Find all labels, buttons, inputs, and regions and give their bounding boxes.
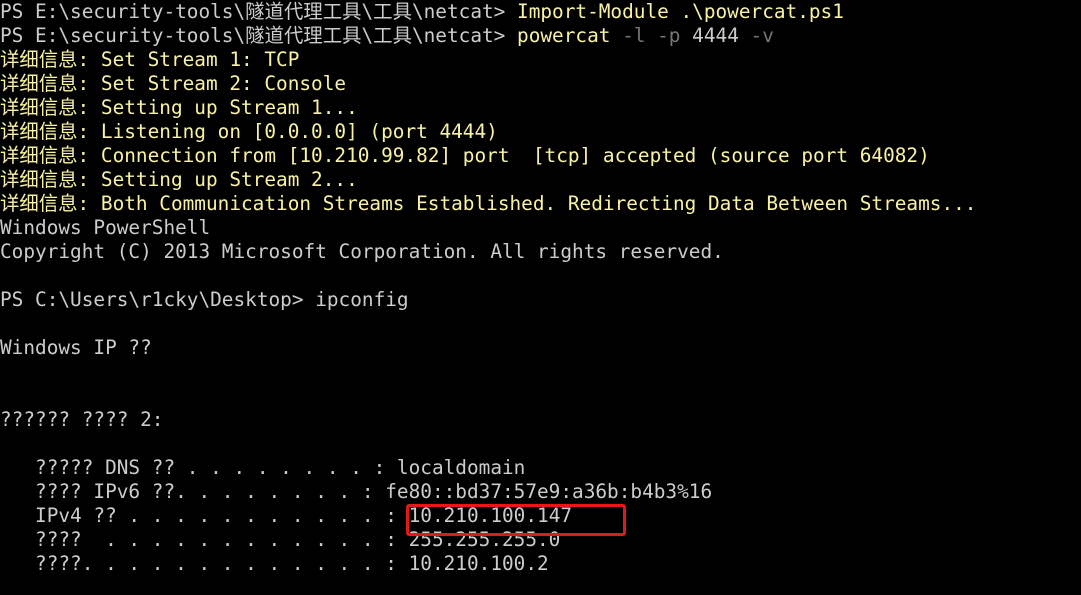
- ipv4-label: IPv4 ?? . . . . . . . . . . .: [0, 504, 386, 527]
- verbose-line: 详细信息: Connection from [10.210.99.82] por…: [0, 144, 930, 167]
- banner-line: Windows PowerShell: [0, 216, 211, 239]
- command-flags: -l -p: [610, 24, 693, 47]
- ipv4-highlight-box: [406, 504, 626, 536]
- command-text: Import-Module .\powercat.ps1: [517, 0, 844, 23]
- dns-suffix-line: ????? DNS ?? . . . . . . . . : localdoma…: [0, 456, 526, 479]
- ipv6-line: ???? IPv6 ??. . . . . . . . : fe80::bd37…: [0, 480, 713, 503]
- command-port: 4444: [692, 24, 739, 47]
- prompt: PS E:\security-tools\隧道代理工具\工具\netcat>: [0, 24, 518, 47]
- adapter-header: ?????? ???? 2:: [0, 408, 164, 431]
- prompt: PS E:\security-tools\隧道代理工具\工具\netcat>: [0, 0, 518, 23]
- command-flags: -v: [738, 24, 774, 47]
- command-text: powercat: [517, 24, 611, 47]
- gateway-line: ????. . . . . . . . . . . . . : 10.210.1…: [0, 552, 549, 575]
- verbose-line: 详细信息: Setting up Stream 2...: [0, 168, 358, 191]
- command-line-powercat: PS E:\security-tools\隧道代理工具\工具\netcat> p…: [0, 24, 1081, 48]
- verbose-line: 详细信息: Both Communication Streams Establi…: [0, 192, 977, 215]
- verbose-line: 详细信息: Setting up Stream 1...: [0, 96, 358, 119]
- ipconfig-title: Windows IP ??: [0, 336, 152, 359]
- remote-command-line: PS C:\Users\r1cky\Desktop> ipconfig: [0, 288, 409, 311]
- verbose-line: 详细信息: Set Stream 1: TCP: [0, 48, 300, 71]
- powershell-terminal[interactable]: PS E:\security-tools\隧道代理工具\工具\netcat> I…: [0, 0, 1081, 595]
- verbose-line: 详细信息: Listening on [0.0.0.0] (port 4444): [0, 120, 498, 143]
- verbose-line: 详细信息: Set Stream 2: Console: [0, 72, 347, 95]
- command-line-import: PS E:\security-tools\隧道代理工具\工具\netcat> I…: [0, 0, 1081, 24]
- banner-line: Copyright (C) 2013 Microsoft Corporation…: [0, 240, 724, 263]
